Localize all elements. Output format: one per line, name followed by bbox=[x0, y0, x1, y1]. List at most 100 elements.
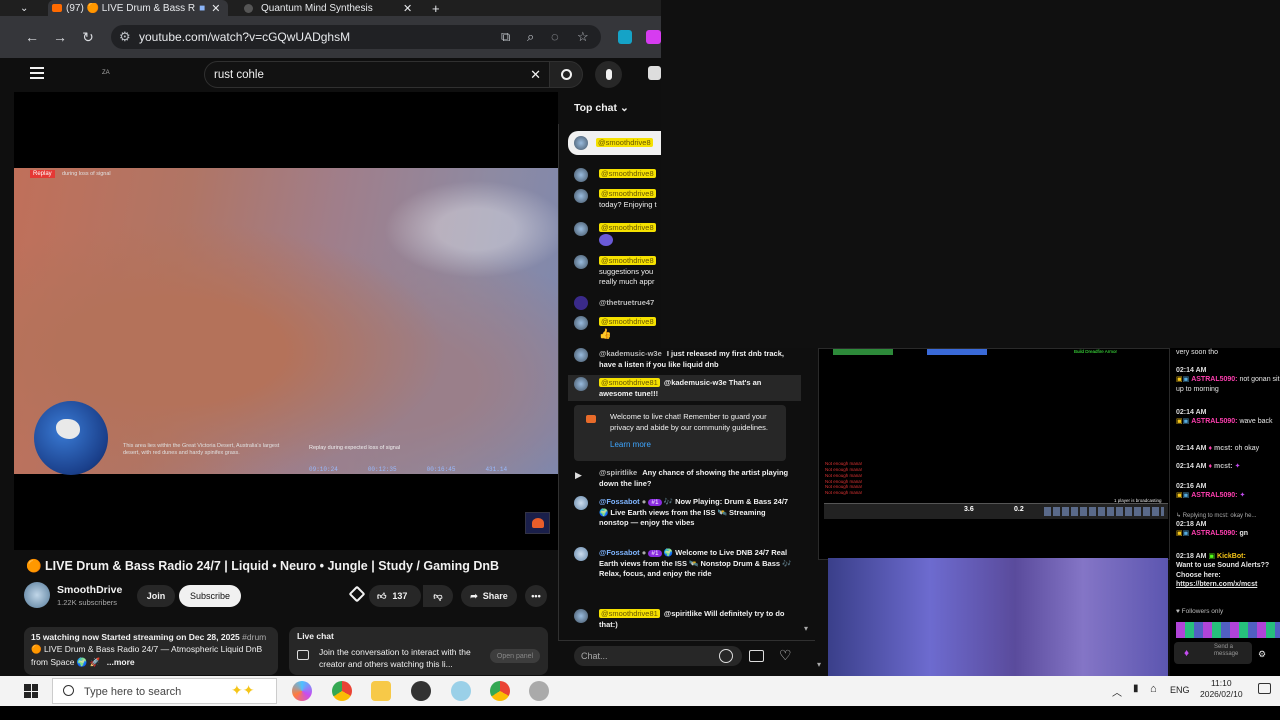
language-indicator[interactable]: ENG bbox=[1170, 685, 1190, 695]
close-tab-icon[interactable]: ✕ bbox=[211, 2, 220, 15]
create-icon[interactable] bbox=[648, 66, 661, 80]
back-arrow-icon[interactable]: ← bbox=[20, 29, 44, 45]
live-chat-card: Live chat Join the conversation to inter… bbox=[289, 627, 548, 675]
network-icon[interactable]: ⌂ bbox=[1150, 683, 1157, 695]
tab-youtube[interactable]: (97) 🟠 LIVE Drum & Bass R ■ ✕ bbox=[48, 0, 228, 16]
subscribe-button[interactable]: Subscribe bbox=[179, 585, 241, 607]
mic-icon[interactable]: ▮ bbox=[1133, 683, 1139, 694]
search-placeholder: Type here to search bbox=[84, 686, 182, 698]
emoji-picker-icon[interactable] bbox=[719, 649, 733, 663]
close-tab-icon[interactable]: ✕ bbox=[403, 2, 412, 15]
install-app-icon[interactable]: ⧉ bbox=[501, 29, 510, 45]
site-info-icon[interactable]: ⚙ bbox=[119, 29, 131, 45]
more-horizontal-icon: ••• bbox=[531, 591, 541, 601]
extension-icon[interactable] bbox=[618, 30, 632, 44]
audio-icon: ■ bbox=[199, 2, 206, 14]
open-panel-button[interactable]: Open panel bbox=[490, 649, 540, 663]
play-icon: ▶ bbox=[575, 470, 582, 480]
username[interactable]: mcst: bbox=[1214, 463, 1233, 470]
username[interactable]: KickBot: bbox=[1217, 553, 1246, 560]
username[interactable]: ASTRAL5090: bbox=[1191, 530, 1237, 537]
username[interactable]: @Fossabot bbox=[599, 548, 640, 557]
hashtag-link[interactable]: #drum bbox=[242, 632, 266, 642]
taskbar-search-box[interactable]: Type here to search ✦✦ bbox=[52, 678, 277, 704]
chrome-profile-icon[interactable] bbox=[490, 681, 510, 701]
country-code: ZA bbox=[102, 70, 110, 76]
sound-alerts-link[interactable]: https://btern.com/x/mcst bbox=[1176, 580, 1280, 589]
like-button[interactable]: 👍︎ 137 bbox=[369, 585, 421, 607]
username[interactable]: ASTRAL5090: bbox=[1191, 376, 1237, 383]
extension-icon[interactable] bbox=[646, 30, 661, 44]
mic-icon bbox=[605, 69, 612, 80]
followers-label: Followers only bbox=[1181, 608, 1224, 615]
address-bar[interactable]: ⚙ youtube.com/watch?v=cGQwUADghsM ⧉ ⌕ ◌ … bbox=[111, 25, 601, 49]
chrome-icon[interactable] bbox=[332, 681, 352, 701]
tab-list-button[interactable]: ⌄ bbox=[20, 0, 36, 16]
verified-icon: ● bbox=[641, 548, 647, 557]
search-input[interactable]: rust cohle ✕ bbox=[204, 61, 550, 88]
user-avatar bbox=[574, 136, 588, 150]
username[interactable]: ASTRAL5090: bbox=[1191, 418, 1237, 425]
join-button[interactable]: Join bbox=[137, 585, 175, 607]
username[interactable]: @kademusic-w3e bbox=[599, 349, 662, 358]
channel-name[interactable]: SmoothDrive bbox=[57, 584, 122, 596]
heart-icon: ♥ bbox=[1176, 608, 1180, 615]
chat-entry: 02:18 AM ▣▣ ASTRAL5090: gn bbox=[1176, 520, 1280, 539]
channel-watermark-icon[interactable] bbox=[525, 512, 550, 534]
share-button[interactable]: ➦ Share bbox=[461, 585, 517, 607]
channel-avatar[interactable] bbox=[24, 582, 50, 608]
clear-search-icon[interactable]: ✕ bbox=[530, 67, 541, 83]
dislike-button[interactable]: 👎︎ bbox=[423, 585, 453, 607]
windows-start-icon[interactable] bbox=[24, 684, 38, 698]
file-explorer-icon[interactable] bbox=[371, 681, 391, 701]
scroll-down-arrow-icon[interactable]: ▾ bbox=[804, 624, 808, 633]
voice-search-button[interactable] bbox=[595, 61, 622, 88]
zoom-icon[interactable]: ⌕ bbox=[527, 29, 534, 45]
send-message-input[interactable]: ♦ Send a message bbox=[1174, 642, 1252, 664]
username[interactable]: @Fossabot bbox=[599, 497, 640, 506]
learn-more-link[interactable]: Learn more bbox=[610, 440, 651, 449]
username[interactable]: mcst: bbox=[1214, 445, 1233, 452]
copilot-icon[interactable] bbox=[292, 681, 312, 701]
scroll-arrow-icon[interactable]: ▾ bbox=[817, 660, 821, 669]
super-chat-icon[interactable] bbox=[749, 650, 764, 662]
app-icon[interactable] bbox=[411, 681, 431, 701]
username[interactable]: @spiritlike bbox=[599, 468, 637, 477]
pinned-message[interactable]: @smoothdrive8 bbox=[568, 131, 661, 155]
more-link[interactable]: ...more bbox=[107, 657, 135, 667]
rank-badge: #1 bbox=[648, 499, 662, 506]
hamburger-icon[interactable] bbox=[30, 67, 44, 79]
username[interactable]: ASTRAL5090: bbox=[1191, 492, 1237, 499]
search-button[interactable] bbox=[549, 61, 583, 88]
emote-bar[interactable] bbox=[1176, 622, 1280, 638]
clip-icon[interactable] bbox=[348, 585, 366, 603]
chevron-down-icon: ⌄ bbox=[20, 2, 29, 14]
username[interactable]: @thetruetrue47 bbox=[599, 298, 654, 307]
chevron-up-icon[interactable]: ︿ bbox=[1112, 684, 1122, 699]
eye-off-icon[interactable]: ◌ bbox=[551, 29, 559, 44]
app-icon[interactable] bbox=[529, 681, 549, 701]
heart-icon[interactable]: ♡ bbox=[779, 647, 792, 664]
emote-picker-icon: ♦ bbox=[1184, 648, 1190, 659]
youtube-favicon-icon bbox=[52, 4, 62, 12]
reload-icon[interactable]: ↻ bbox=[76, 29, 100, 46]
snipping-tool-icon[interactable] bbox=[451, 681, 471, 701]
tab-quantum[interactable]: Quantum Mind Synthesis ✕ bbox=[240, 0, 420, 16]
badge-icon: ▣ bbox=[1176, 530, 1183, 538]
mention-chip: @smoothdrive8 bbox=[599, 169, 656, 178]
forward-arrow-icon[interactable]: → bbox=[48, 29, 72, 45]
score-value: 3.6 bbox=[964, 506, 974, 513]
chat-input[interactable]: Chat... bbox=[574, 646, 742, 666]
clock[interactable]: 11:10 2026/02/10 bbox=[1200, 678, 1243, 701]
clock-date: 2026/02/10 bbox=[1200, 689, 1243, 700]
more-actions-button[interactable]: ••• bbox=[525, 585, 547, 607]
badge-icon: ▣ bbox=[1176, 418, 1183, 426]
new-tab-button[interactable]: + bbox=[432, 0, 440, 16]
chat-message: @smoothdrive8 suggestions you really muc… bbox=[599, 256, 661, 288]
kick-chat-panel: very soon tho 02:14 AM ▣▣ ASTRAL5090: no… bbox=[1170, 348, 1280, 680]
bookmark-star-icon[interactable]: ☆ bbox=[577, 29, 589, 45]
notifications-icon[interactable] bbox=[1258, 683, 1271, 694]
description-box[interactable]: 15 watching now Started streaming on Dec… bbox=[24, 627, 278, 675]
top-chat-dropdown[interactable]: Top chat ⌄ bbox=[558, 92, 661, 124]
settings-gear-icon[interactable]: ⚙ bbox=[1258, 648, 1266, 660]
